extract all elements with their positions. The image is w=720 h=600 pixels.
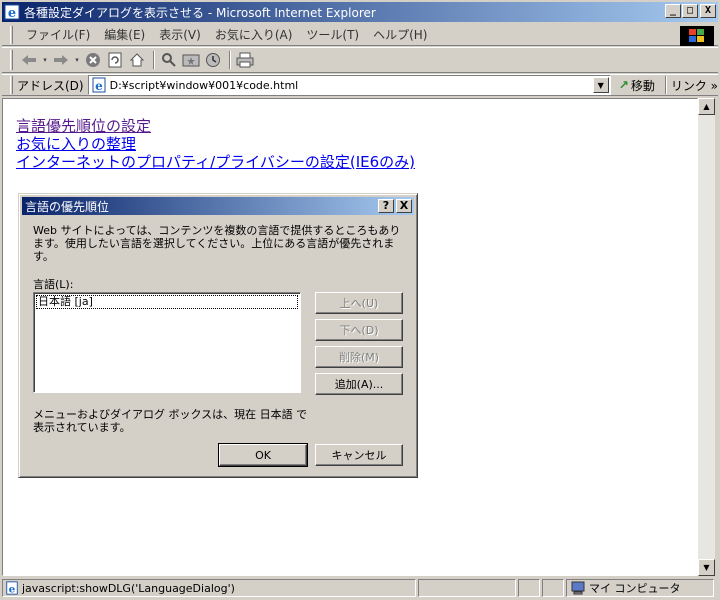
status-progress-cell (418, 579, 516, 597)
links-separator (664, 76, 667, 94)
language-listbox[interactable]: 日本語 [ja] (33, 292, 301, 393)
status-bar: e javascript:showDLG('LanguageDialog') マ… (2, 578, 718, 598)
go-button[interactable]: ↗ 移動 (619, 77, 655, 94)
status-misc-cell (542, 579, 564, 597)
status-zone: マイ コンピュータ (589, 582, 681, 595)
history-icon[interactable] (203, 50, 223, 70)
ie-icon: e (4, 4, 20, 20)
address-label: アドレス(D) (16, 78, 84, 93)
dialog-title: 言語の優先順位 (25, 199, 110, 214)
window-title: 各種設定ダイアログを表示させる - Microsoft Internet Exp… (24, 5, 376, 20)
minimize-button[interactable]: _ (665, 4, 681, 18)
move-up-button[interactable]: 上へ(U) (315, 292, 403, 314)
status-text: javascript:showDLG('LanguageDialog') (22, 581, 235, 595)
remove-button[interactable]: 削除(M) (315, 346, 403, 368)
dialog-current-language-note: メニューおよびダイアログ ボックスは、現在 日本語 で表示されています。 (33, 408, 308, 434)
status-zone-cell: マイ コンピュータ (566, 579, 714, 597)
language-priority-dialog: 言語の優先順位 ? X Web サイトによっては、コンテンツを複数の言語で提供す… (18, 193, 418, 478)
address-value: D:¥script¥window¥001¥code.html (109, 78, 299, 92)
home-icon[interactable] (127, 50, 147, 70)
ok-button[interactable]: OK (218, 443, 308, 467)
dialog-title-bar[interactable]: 言語の優先順位 ? X (22, 197, 414, 215)
svg-text:e: e (9, 583, 16, 595)
title-bar[interactable]: e 各種設定ダイアログを表示させる - Microsoft Internet E… (2, 2, 718, 22)
menu-favorites[interactable]: お気に入り(A) (208, 26, 300, 43)
link-organize-favorites[interactable]: お気に入りの整理 (16, 135, 415, 153)
dialog-help-button[interactable]: ? (378, 199, 394, 213)
close-button[interactable]: X (700, 4, 716, 18)
address-dropdown-icon[interactable]: ▼ (592, 77, 609, 93)
address-input[interactable]: e D:¥script¥window¥001¥code.html ▼ (87, 75, 611, 95)
link-language-priority[interactable]: 言語優先順位の設定 (16, 117, 415, 135)
svg-text:e: e (8, 6, 16, 20)
language-list-label: 言語(L): (33, 278, 74, 291)
toolbar-grip[interactable] (10, 50, 13, 70)
favorites-icon[interactable] (181, 50, 201, 70)
my-computer-icon (571, 581, 585, 595)
list-item-japanese[interactable]: 日本語 [ja] (36, 295, 298, 309)
address-grip[interactable] (10, 76, 13, 94)
menu-help[interactable]: ヘルプ(H) (366, 26, 434, 43)
address-bar: アドレス(D) e D:¥script¥window¥001¥code.html… (2, 74, 718, 96)
menu-view[interactable]: 表示(V) (152, 26, 208, 43)
menu-tools[interactable]: ツール(T) (299, 26, 366, 43)
maximize-button[interactable]: □ (682, 4, 698, 18)
back-dropdown-icon[interactable]: ▾ (41, 50, 49, 70)
stop-icon[interactable] (83, 50, 103, 70)
menu-bar: ファイル(F) 編集(E) 表示(V) お気に入り(A) ツール(T) ヘルプ(… (2, 24, 718, 46)
menu-edit[interactable]: 編集(E) (97, 26, 152, 43)
go-label: 移動 (630, 78, 655, 93)
menu-file[interactable]: ファイル(F) (19, 26, 97, 43)
toolbar-separator (229, 51, 231, 69)
toolbar-separator (153, 51, 155, 69)
forward-icon[interactable] (51, 50, 71, 70)
go-arrow-icon: ↗ (618, 78, 629, 92)
cancel-button[interactable]: キャンセル (315, 444, 403, 466)
menu-grip[interactable] (10, 25, 13, 44)
links-button[interactable]: リンク » (671, 77, 718, 94)
status-lock-cell (518, 579, 540, 597)
dialog-close-button[interactable]: X (396, 199, 412, 213)
standard-toolbar: ▾ ▾ (2, 47, 718, 73)
move-down-button[interactable]: 下へ(D) (315, 319, 403, 341)
status-text-cell: e javascript:showDLG('LanguageDialog') (2, 579, 416, 597)
vertical-scrollbar[interactable]: ▲ ▼ (698, 98, 715, 576)
print-icon[interactable] (235, 50, 255, 70)
link-list: 言語優先順位の設定 お気に入りの整理 インターネットのプロパティ/プライバシーの… (16, 117, 415, 171)
add-button[interactable]: 追加(A)... (315, 373, 403, 395)
link-internet-properties-privacy[interactable]: インターネットのプロパティ/プライバシーの設定(IE6のみ) (16, 153, 415, 171)
page-icon: e (6, 581, 18, 595)
svg-text:e: e (95, 79, 103, 93)
windows-logo-icon (680, 26, 714, 46)
refresh-icon[interactable] (105, 50, 125, 70)
dialog-description: Web サイトによっては、コンテンツを複数の言語で提供するところもあります。使用… (33, 224, 401, 263)
search-icon[interactable] (159, 50, 179, 70)
page-icon: e (92, 77, 106, 93)
scroll-down-icon[interactable]: ▼ (698, 559, 715, 576)
forward-dropdown-icon[interactable]: ▾ (73, 50, 81, 70)
scroll-up-icon[interactable]: ▲ (698, 98, 715, 115)
back-icon[interactable] (19, 50, 39, 70)
